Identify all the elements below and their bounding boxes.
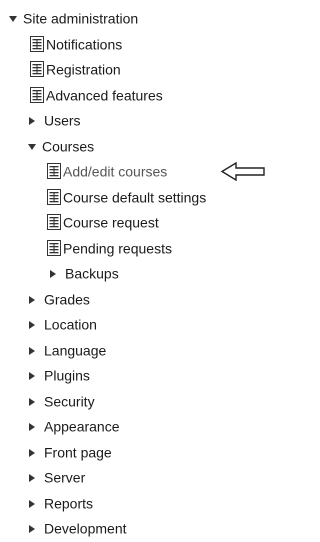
tree-item-label: Location — [44, 316, 97, 333]
document-icon — [30, 61, 44, 77]
tree-item-add-edit-courses[interactable]: Add/edit courses — [0, 159, 265, 185]
tree-item-label: Appearance — [44, 418, 120, 435]
document-icon — [47, 240, 61, 256]
triangle-right-icon[interactable] — [29, 474, 35, 483]
site-admin-tree: Site administration Notifications Regist… — [0, 6, 265, 542]
tree-item-course-default-settings[interactable]: Course default settings — [0, 185, 265, 211]
tree-item-users[interactable]: Users — [0, 108, 265, 134]
tree-item-pending-requests[interactable]: Pending requests — [0, 236, 265, 262]
tree-item-notifications[interactable]: Notifications — [0, 32, 265, 58]
document-icon — [47, 189, 61, 205]
tree-item-courses[interactable]: Courses — [0, 134, 265, 160]
triangle-down-icon[interactable] — [28, 143, 36, 150]
tree-item-registration[interactable]: Registration — [0, 57, 265, 83]
document-icon — [47, 163, 61, 179]
tree-item-label: Backups — [65, 265, 119, 282]
tree-item-plugins[interactable]: Plugins — [0, 363, 265, 389]
tree-item-label: Users — [44, 112, 81, 129]
tree-item-label: Language — [44, 342, 107, 359]
tree-item-development[interactable]: Development — [0, 516, 265, 542]
tree-item-label: Courses — [42, 138, 95, 155]
tree-item-label: Add/edit courses — [63, 163, 168, 180]
left-arrow-icon — [220, 161, 265, 182]
tree-item-server[interactable]: Server — [0, 465, 265, 491]
document-icon — [30, 87, 44, 103]
triangle-right-icon[interactable] — [29, 525, 35, 534]
tree-item-label: Course default settings — [63, 189, 207, 206]
tree-item-label: Registration — [46, 61, 121, 78]
tree-item-course-request[interactable]: Course request — [0, 210, 265, 236]
triangle-right-icon[interactable] — [50, 270, 56, 279]
tree-item-label: Course request — [63, 214, 159, 231]
tree-item-backups[interactable]: Backups — [0, 261, 265, 287]
tree-item-language[interactable]: Language — [0, 338, 265, 364]
tree-item-label: Notifications — [46, 36, 123, 53]
tree-item-label: Grades — [44, 291, 90, 308]
tree-item-label: Site administration — [23, 10, 139, 27]
triangle-right-icon[interactable] — [29, 372, 35, 381]
tree-item-label: Front page — [44, 444, 112, 461]
tree-item-location[interactable]: Location — [0, 312, 265, 338]
tree-item-appearance[interactable]: Appearance — [0, 414, 265, 440]
tree-item-label: Pending requests — [63, 240, 172, 257]
tree-item-site-administration[interactable]: Site administration — [0, 6, 265, 32]
triangle-right-icon[interactable] — [29, 346, 35, 355]
triangle-right-icon[interactable] — [29, 448, 35, 457]
tree-item-advanced-features[interactable]: Advanced features — [0, 83, 265, 109]
tree-item-security[interactable]: Security — [0, 389, 265, 415]
triangle-right-icon[interactable] — [29, 117, 35, 126]
triangle-right-icon[interactable] — [29, 397, 35, 406]
tree-item-label: Advanced features — [46, 87, 163, 104]
triangle-down-icon[interactable] — [9, 16, 17, 23]
tree-item-label: Server — [44, 469, 86, 486]
tree-item-label: Reports — [44, 495, 94, 512]
tree-item-label: Development — [44, 520, 127, 537]
tree-item-grades[interactable]: Grades — [0, 287, 265, 313]
triangle-right-icon[interactable] — [29, 295, 35, 304]
tree-item-label: Plugins — [44, 367, 90, 384]
document-icon — [47, 214, 61, 230]
tree-item-reports[interactable]: Reports — [0, 491, 265, 517]
document-icon — [30, 36, 44, 52]
triangle-right-icon[interactable] — [29, 499, 35, 508]
triangle-right-icon[interactable] — [29, 321, 35, 330]
tree-item-front-page[interactable]: Front page — [0, 440, 265, 466]
triangle-right-icon[interactable] — [29, 423, 35, 432]
tree-item-label: Security — [44, 393, 95, 410]
